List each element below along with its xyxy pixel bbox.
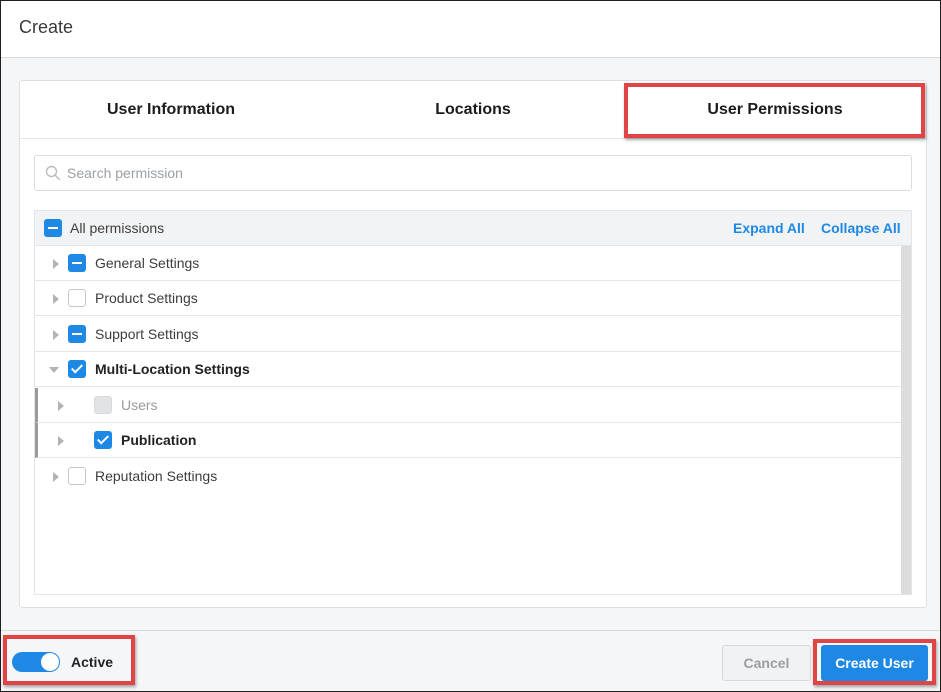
tab-user-permissions[interactable]: User Permissions [624,81,926,139]
multi-location-settings-label: Multi-Location Settings [95,361,250,377]
tree-header: All permissions Expand All Collapse All [35,211,911,246]
search-permission-input[interactable] [67,156,903,190]
all-permissions-label: All permissions [70,220,165,236]
search-box [34,155,912,191]
dialog-footer: Active Cancel Create User [1,630,940,691]
tree-row-general-settings: General Settings [35,246,901,281]
cancel-button[interactable]: Cancel [722,645,811,681]
all-permissions-checkbox[interactable] [44,219,62,237]
tab-locations[interactable]: Locations [322,81,624,139]
create-user-button[interactable]: Create User [821,645,928,681]
collapse-caret-icon[interactable] [49,367,59,373]
expand-caret-icon[interactable] [58,401,64,411]
expand-caret-icon[interactable] [53,259,59,269]
dialog-body: User Information Locations User Permissi… [1,58,940,630]
dialog-title: Create [19,17,74,37]
tree-row-support-settings: Support Settings [35,317,901,352]
dialog-header: Create [1,1,940,58]
tab-user-information[interactable]: User Information [20,81,322,139]
tree-row-publication: Publication [35,423,901,458]
reputation-settings-checkbox[interactable] [68,467,86,485]
expand-caret-icon[interactable] [53,294,59,304]
form-card: User Information Locations User Permissi… [19,80,927,608]
expand-caret-icon[interactable] [53,330,59,340]
tree-scrollbar[interactable] [901,246,911,594]
general-settings-checkbox[interactable] [68,254,86,272]
multi-location-settings-checkbox[interactable] [68,360,86,378]
product-settings-label: Product Settings [95,290,198,306]
publication-checkbox[interactable] [94,431,112,449]
tree-row-users: Users [35,388,901,423]
support-settings-label: Support Settings [95,326,199,342]
tab-bar: User Information Locations User Permissi… [20,81,926,139]
tree-row-multi-location-settings: Multi-Location Settings [35,352,901,387]
create-user-dialog: Create User Information Locations User P… [0,0,941,692]
tree-row-reputation-settings: Reputation Settings [35,459,901,494]
active-toggle[interactable] [12,652,60,672]
tree-body: General Settings Product Settings Suppor… [35,246,901,594]
publication-label: Publication [121,432,197,448]
collapse-all-link[interactable]: Collapse All [821,220,901,236]
expand-caret-icon[interactable] [58,436,64,446]
support-settings-checkbox[interactable] [68,325,86,343]
tree-row-product-settings: Product Settings [35,281,901,316]
general-settings-label: General Settings [95,255,200,271]
expand-all-link[interactable]: Expand All [733,220,805,236]
active-label: Active [71,654,114,670]
reputation-settings-label: Reputation Settings [95,468,218,484]
users-checkbox [94,396,112,414]
users-label: Users [121,397,158,413]
product-settings-checkbox[interactable] [68,289,86,307]
expand-caret-icon[interactable] [53,472,59,482]
toggle-knob [41,653,59,671]
search-icon [45,165,61,181]
permission-tree: All permissions Expand All Collapse All … [34,210,912,595]
